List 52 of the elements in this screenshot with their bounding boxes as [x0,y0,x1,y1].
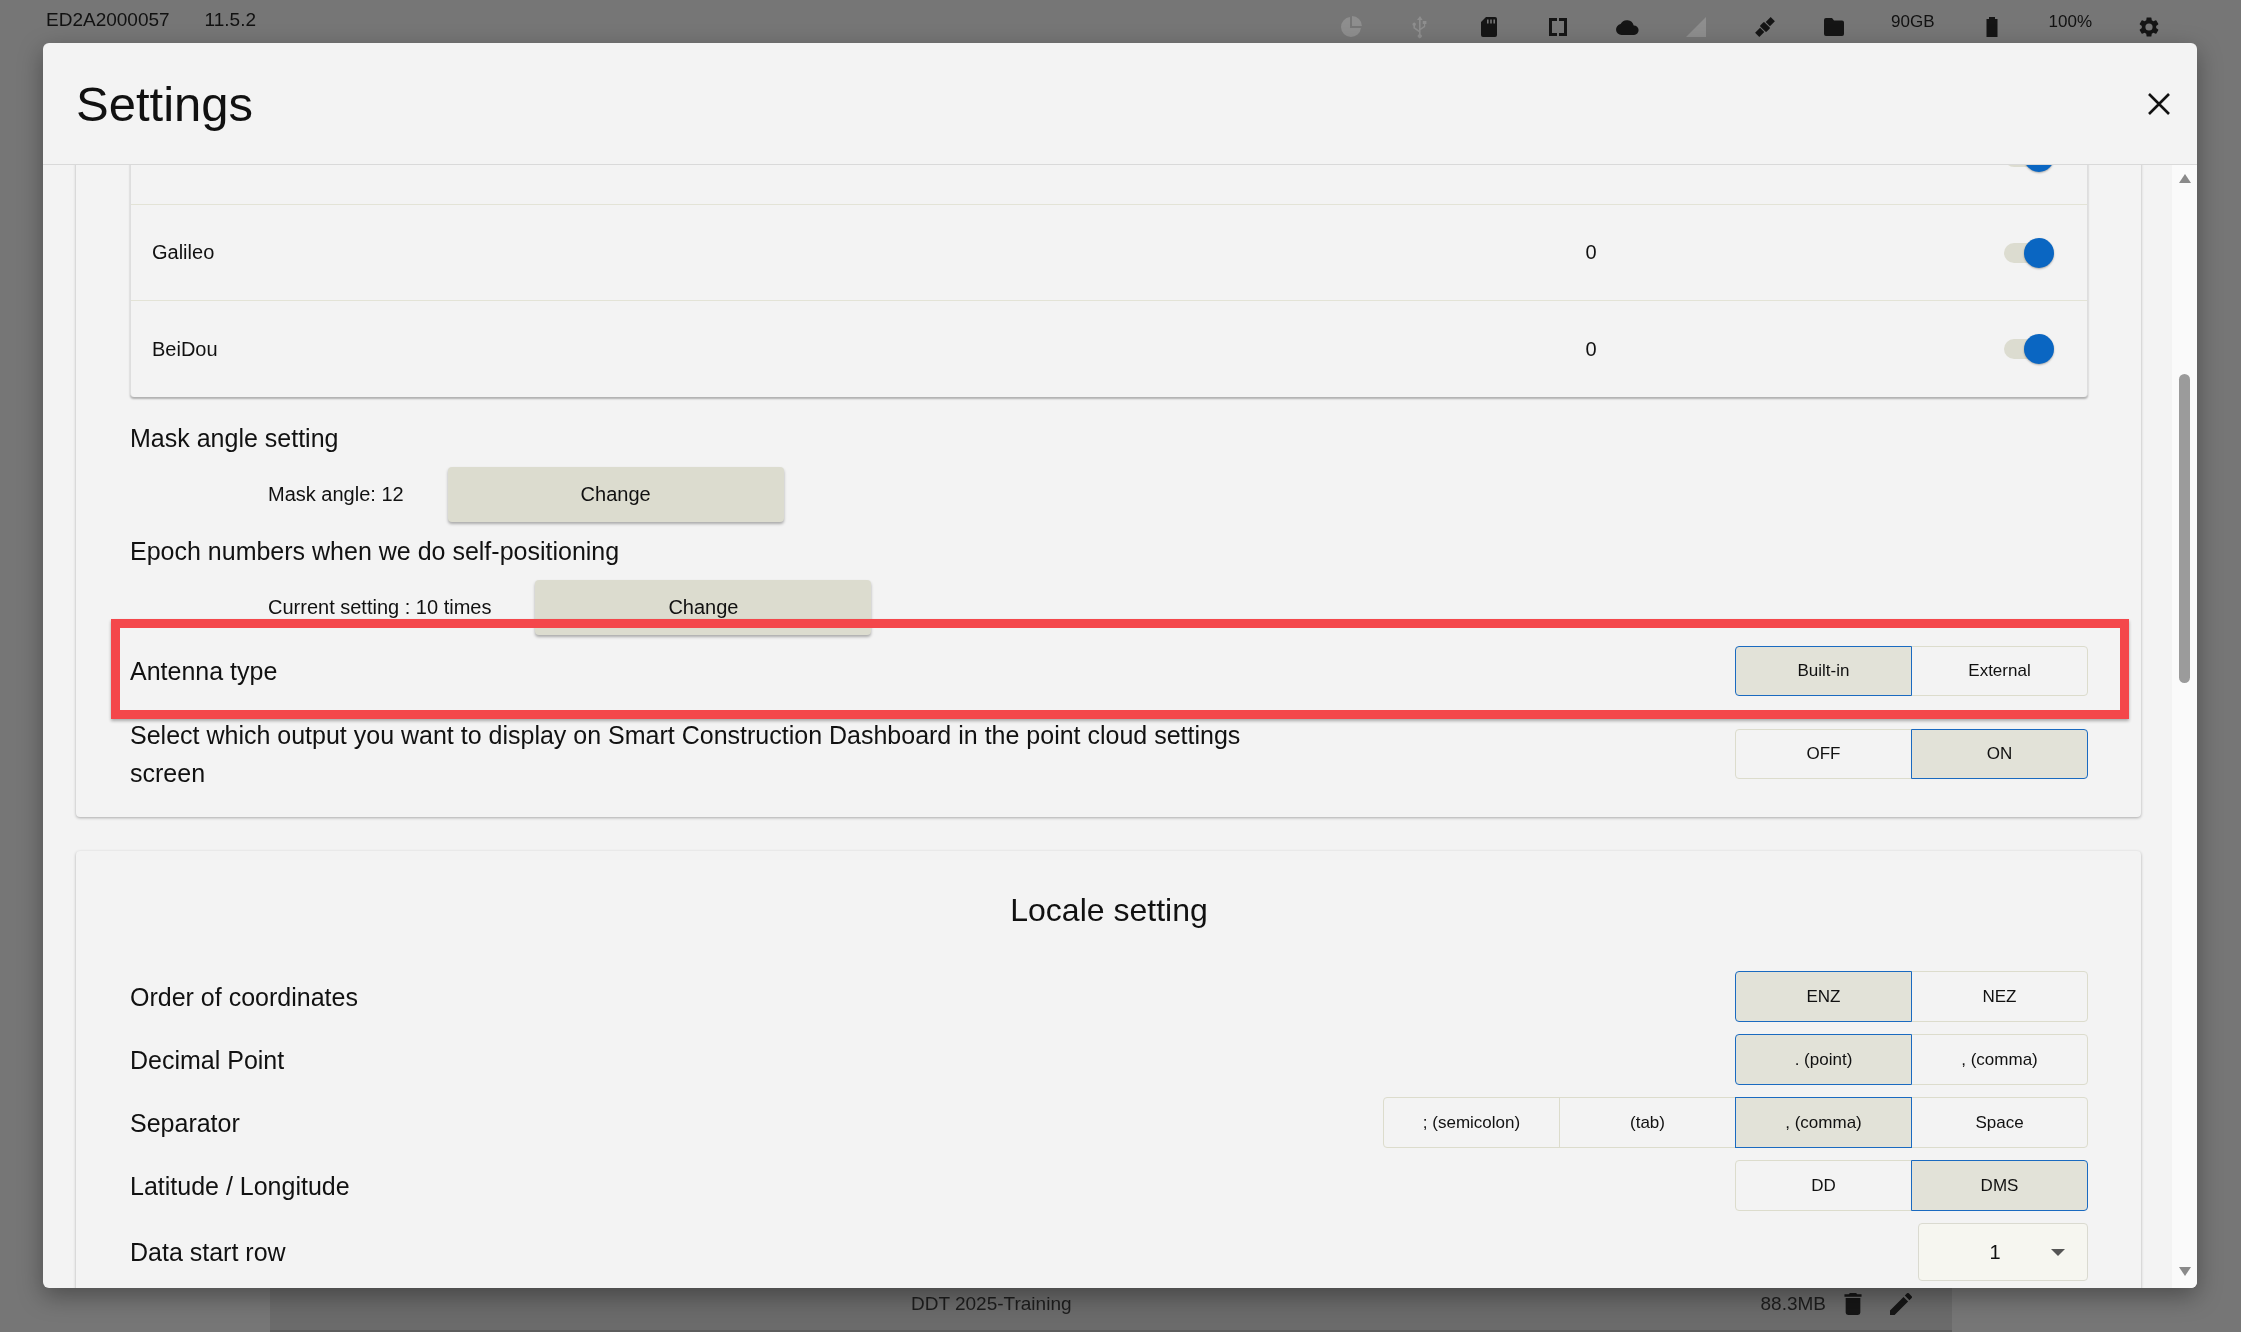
scrollbar-thumb[interactable] [2179,374,2190,683]
option-button[interactable]: External [1911,646,2088,696]
version-label: 11.5.2 [204,9,257,31]
toggle-switch[interactable] [2004,334,2054,364]
option-button[interactable]: DD [1735,1160,1912,1211]
section-heading: Epoch numbers when we do self-positioning [130,536,620,567]
row-value: 0 [1585,241,1597,264]
change-button[interactable]: Change [447,467,784,522]
setting-label: Data start row [130,1237,286,1268]
pencil-icon[interactable] [1890,1293,1912,1315]
storage-label: 90GB [1891,12,1935,32]
trash-icon[interactable] [1842,1293,1864,1315]
setting-label: Separator [130,1107,240,1139]
scroll-up-icon[interactable] [2178,174,2191,183]
row-label: BeiDou [152,337,218,361]
toggle-switch[interactable] [2004,237,2054,268]
option-button[interactable]: ; (semicolon) [1383,1097,1560,1148]
option-button[interactable]: NEZ [1911,971,2088,1022]
option-button[interactable]: ENZ [1735,971,1912,1022]
folder-icon[interactable] [1822,15,1847,39]
option-button[interactable]: , (comma) [1735,1097,1912,1148]
setting-label: Latitude / Longitude [130,1170,350,1202]
option-button[interactable]: DMS [1911,1160,2088,1211]
caret-icon [2051,1248,2065,1256]
setting-value-label: Current setting : 10 times [268,596,492,619]
option-button[interactable]: Built-in [1735,646,1912,696]
option-button[interactable]: OFF [1735,729,1912,779]
settings-icon[interactable] [2137,15,2161,39]
setting-value-label: Mask angle: 12 [268,483,404,506]
setting-label: Antenna type [130,656,278,687]
file-size-label: 88.3MB [1760,1293,1826,1315]
option-button[interactable]: Space [1911,1097,2088,1148]
card-title: Locale setting [1010,891,1208,930]
close-icon [2148,92,2170,115]
satellite-icon[interactable] [1753,15,1778,39]
setting-label: Decimal Point [130,1044,285,1076]
dropdown[interactable]: 1 [1918,1223,2088,1281]
setting-label: Select which output you want to display on Smart Construction Dashboard in the point cloud settings screen [130,720,1242,789]
device-id-label: ED2A2000057 [46,9,170,31]
setting-label: Order of coordinates [130,981,358,1013]
row-value: 0 [1585,337,1597,361]
file-name-label: DDT 2025-Training [911,1293,1072,1315]
option-button[interactable]: , (comma) [1911,1034,2088,1085]
dialog-title: Settings [76,75,254,132]
scrollbar[interactable] [2172,165,2197,1288]
option-button[interactable]: . (point) [1735,1034,1912,1085]
option-button[interactable]: (tab) [1559,1097,1736,1148]
scroll-down-icon[interactable] [2178,1267,2191,1276]
option-button[interactable]: ON [1911,729,2088,779]
section-heading: Mask angle setting [130,423,339,454]
row-label: Galileo [152,241,215,264]
battery-level-label: 100% [2048,12,2092,32]
